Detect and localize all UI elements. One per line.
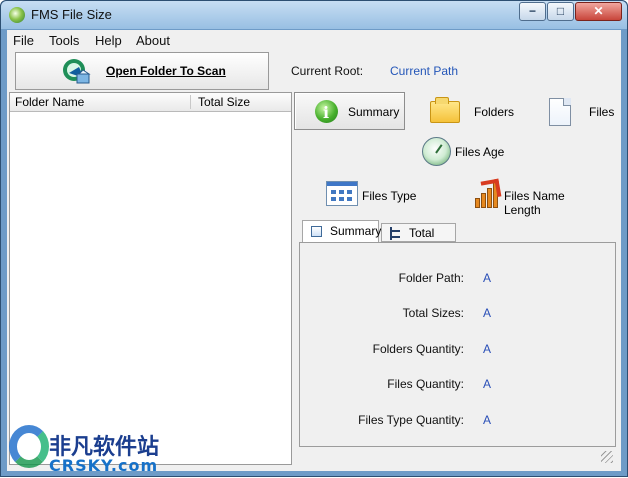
open-folder-button[interactable]: Open Folder To Scan: [15, 52, 269, 90]
folders-view-button[interactable]: Folders: [415, 92, 527, 130]
total-sizes-label: Total Sizes:: [402, 306, 464, 320]
summary-view-button[interactable]: i Summary: [294, 92, 405, 130]
main-client-area: Open Folder To Scan Current Root: Curren…: [7, 50, 621, 471]
chart-icon: [474, 178, 502, 208]
files-name-length-view-label: Files Name Length: [504, 189, 565, 217]
folder-path-value: A: [483, 271, 492, 285]
watermark-logo-icon: [9, 425, 49, 468]
clock-icon: [422, 137, 451, 166]
files-quantity-value: A: [483, 377, 492, 391]
folder-path-label: Folder Path:: [398, 271, 464, 285]
folder-list-header: Folder Name Total Size: [10, 93, 291, 112]
menu-help[interactable]: Help: [95, 33, 122, 48]
folders-quantity-value: A: [483, 342, 492, 356]
tab-summary-label: Summary: [330, 224, 382, 238]
files-type-view-label: Files Type: [362, 189, 417, 203]
files-name-length-view-button[interactable]: Files Name Length: [452, 176, 602, 217]
files-quantity-label: Files Quantity:: [387, 377, 464, 391]
files-view-button[interactable]: Files: [530, 92, 620, 130]
files-age-view-button[interactable]: Files Age: [401, 134, 507, 168]
grid-icon: [326, 181, 358, 206]
tab-summary[interactable]: Summary: [302, 220, 382, 243]
folders-view-label: Folders: [474, 105, 515, 119]
menu-about[interactable]: About: [136, 33, 170, 48]
total-sizes-value: A: [483, 306, 492, 320]
file-icon: [549, 98, 571, 126]
folder-icon: [430, 97, 460, 123]
menu-bar: File Tools Help About: [7, 30, 621, 51]
tree-list-icon: [390, 227, 404, 240]
menu-file[interactable]: File: [13, 33, 34, 48]
files-view-label: Files: [589, 105, 615, 119]
title-bar[interactable]: FMS File Size − □ ✕: [1, 1, 627, 29]
files-type-quantity-label: Files Type Quantity:: [358, 413, 464, 427]
watermark-english-text: CRSKY.com: [49, 456, 159, 475]
folder-name-column[interactable]: Folder Name: [15, 95, 84, 109]
open-folder-label: Open Folder To Scan: [106, 64, 226, 78]
current-root-value[interactable]: Current Path: [390, 64, 458, 78]
app-icon: [9, 7, 25, 23]
files-age-view-label: Files Age: [455, 145, 505, 159]
menu-tools[interactable]: Tools: [49, 33, 79, 48]
window-title: FMS File Size: [31, 7, 112, 22]
files-type-quantity-value: A: [483, 413, 492, 427]
files-type-view-button[interactable]: Files Type: [309, 176, 419, 212]
summary-view-label: Summary: [348, 105, 400, 119]
current-root-label: Current Root:: [291, 64, 364, 78]
info-icon: i: [315, 100, 338, 123]
minimize-button[interactable]: −: [519, 2, 546, 21]
summary-panel: Folder Path: A Total Sizes: A Folders Qu…: [299, 242, 616, 447]
folders-quantity-label: Folders Quantity:: [372, 342, 464, 356]
close-button[interactable]: ✕: [575, 2, 622, 21]
summary-tab-icon: [311, 226, 322, 237]
folder-scan-icon: [63, 59, 91, 84]
total-size-column[interactable]: Total Size: [198, 95, 250, 109]
column-separator: [190, 95, 191, 109]
tab-total-list[interactable]: Total List: [381, 223, 456, 254]
folder-list-panel[interactable]: Folder Name Total Size: [9, 92, 292, 465]
app-window: FMS File Size − □ ✕ File Tools Help Abou…: [0, 0, 628, 477]
resize-grip-icon[interactable]: [601, 451, 613, 463]
crsky-watermark: 非凡软件站 CRSKY.com: [1, 417, 161, 478]
maximize-button[interactable]: □: [547, 2, 574, 21]
